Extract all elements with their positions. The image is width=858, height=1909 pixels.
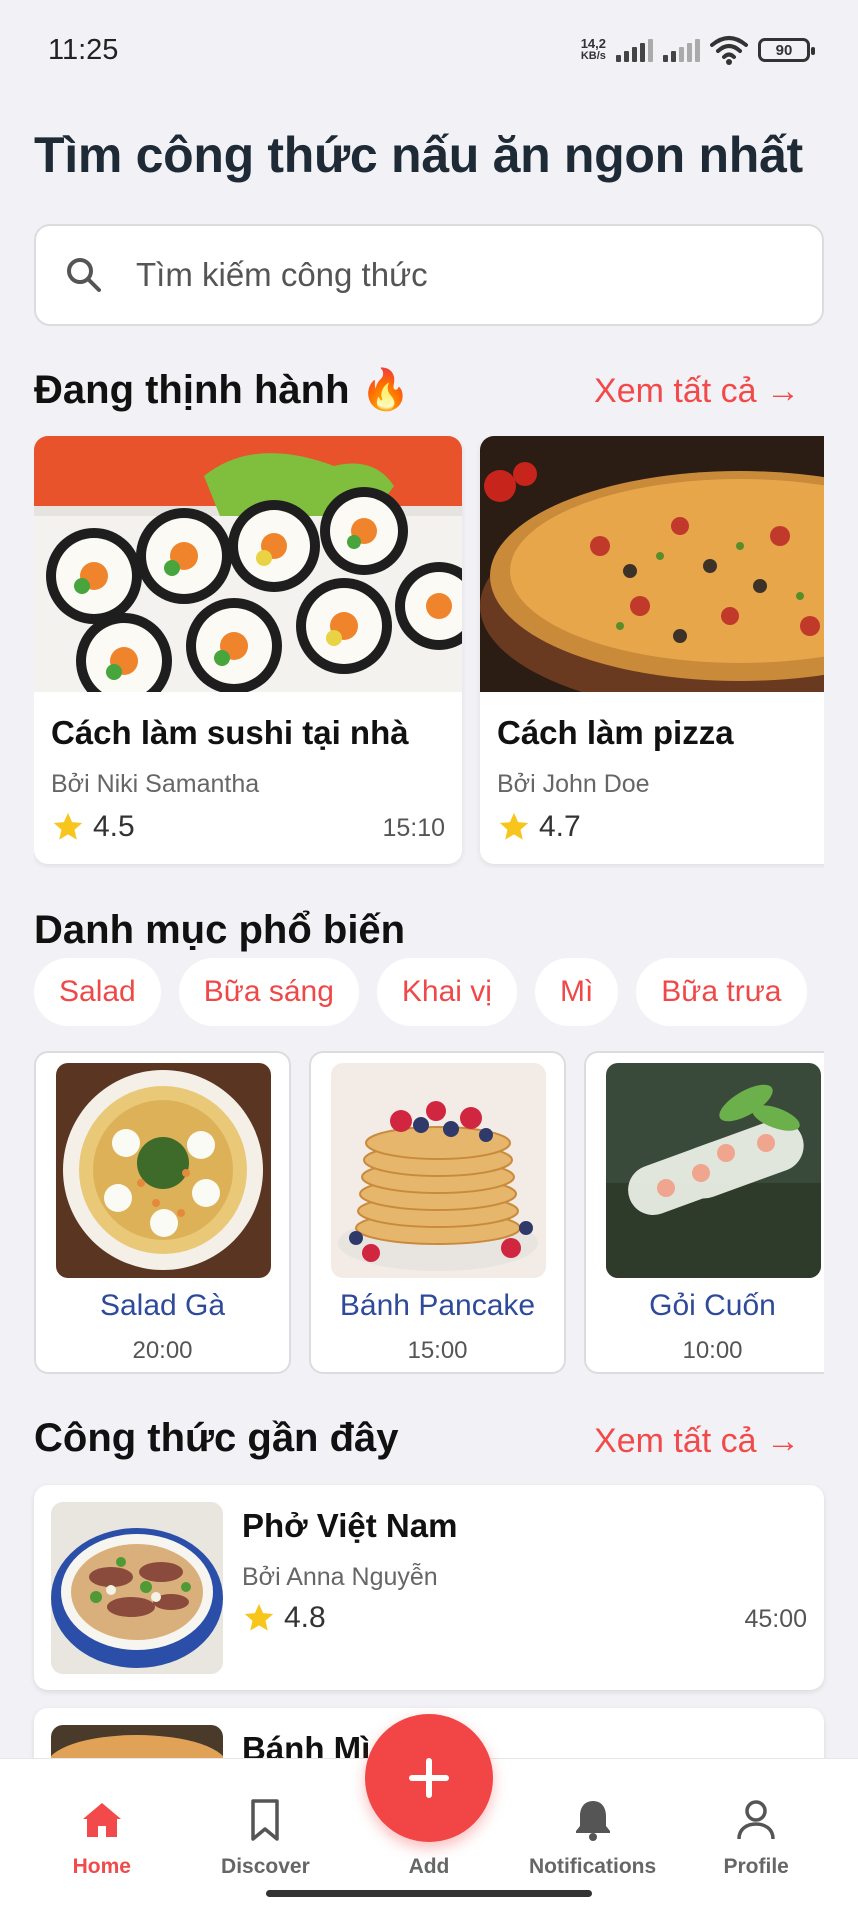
status-time: 11:25 (48, 33, 119, 66)
recent-recipe-card[interactable]: Phở Việt Nam Bởi Anna Nguyễn 4.8 45:00 (34, 1485, 824, 1690)
nav-label: Notifications (528, 1855, 657, 1878)
signal-strength-icon (616, 38, 653, 62)
trending-card-rating: 4.5 (51, 810, 135, 844)
trending-card-title: Cách làm pizza (497, 714, 734, 751)
network-speed-value: 14,2 (580, 36, 606, 51)
trending-section-title: Đang thịnh hành 🔥 (34, 366, 410, 413)
trending-card-time: 15:10 (382, 814, 445, 842)
home-icon (82, 1803, 121, 1837)
category-recipe-time: 20:00 (132, 1337, 193, 1364)
category-chip[interactable]: Mì (534, 958, 619, 1026)
category-recipe-card[interactable]: Bánh Pancake 15:00 (309, 1051, 566, 1374)
star-icon (244, 1603, 274, 1631)
nav-discover[interactable]: Discover (190, 1759, 340, 1909)
star-icon (499, 812, 529, 840)
nav-notifications[interactable]: Notifications (518, 1759, 668, 1909)
nav-home[interactable]: Home (27, 1759, 177, 1909)
trending-card-author: Bởi Niki Samantha (51, 770, 260, 798)
pho-image (51, 1502, 223, 1674)
sushi-image (34, 436, 462, 692)
search-bar[interactable] (34, 224, 824, 326)
bell-icon (575, 1801, 610, 1841)
category-chip[interactable]: Salad (34, 958, 161, 1026)
fire-icon: 🔥 (360, 368, 411, 412)
category-recipe-time: 10:00 (682, 1337, 743, 1364)
page-title: Tìm công thức nấu ăn ngon nhất (34, 127, 803, 183)
rating-value: 4.8 (284, 1601, 326, 1634)
status-indicators: 14,2 KB/s 90 (581, 35, 815, 65)
trending-list[interactable]: Cách làm sushi tại nhà Bởi Niki Samantha… (34, 436, 824, 868)
nav-profile[interactable]: Profile (681, 1759, 831, 1909)
status-bar: 11:25 14,2 KB/s 90 (0, 0, 858, 100)
trending-card-rating: 4.7 (497, 810, 581, 844)
home-indicator (266, 1890, 592, 1897)
trending-title: Đang thịnh hành (34, 368, 350, 412)
category-recipe-name: Salad Gà (99, 1289, 226, 1322)
recent-recipe-rating: 4.8 (242, 1601, 326, 1635)
chicken-salad-image (56, 1063, 271, 1278)
search-input[interactable] (136, 256, 776, 294)
trending-card-author: Bởi John Doe (497, 770, 650, 798)
rating-value: 4.5 (93, 810, 135, 843)
category-recipe-time: 15:00 (407, 1337, 468, 1364)
trending-see-all-link[interactable]: Xem tất cả → (594, 372, 800, 411)
star-icon (53, 812, 83, 840)
recent-recipe-author: Bởi Anna Nguyễn (242, 1563, 438, 1591)
category-recipes-list[interactable]: Salad Gà 20:00 Bánh Pancake 15:00 Gỏi Cu… (34, 1051, 824, 1376)
pancake-image (331, 1063, 546, 1278)
network-speed: 14,2 KB/s (581, 37, 606, 63)
spring-rolls-image (606, 1063, 821, 1278)
nav-label: Home (72, 1855, 131, 1878)
recent-see-all-link[interactable]: Xem tất cả → (594, 1422, 800, 1461)
category-chip[interactable]: Khai vị (376, 958, 517, 1026)
signal-strength-icon-2 (663, 38, 700, 62)
category-recipe-name: Bánh Pancake (339, 1289, 536, 1322)
trending-card[interactable]: Cách làm pizza Bởi John Doe 4.7 (480, 436, 824, 864)
nav-label: Profile (723, 1855, 789, 1878)
search-icon (67, 258, 101, 292)
nav-label: Discover (221, 1855, 310, 1878)
recent-recipe-time: 45:00 (744, 1605, 807, 1633)
category-recipe-card[interactable]: Gỏi Cuốn 10:00 (584, 1051, 824, 1374)
recent-section-title: Công thức gần đây (34, 1416, 399, 1460)
trending-card[interactable]: Cách làm sushi tại nhà Bởi Niki Samantha… (34, 436, 462, 864)
bookmark-icon (251, 1799, 280, 1841)
category-recipe-name: Gỏi Cuốn (649, 1289, 776, 1322)
category-chip[interactable]: Bữa trưa (636, 958, 807, 1026)
network-speed-unit: KB/s (580, 50, 606, 62)
nav-label: Add (408, 1855, 450, 1878)
categories-section-title: Danh mục phổ biến (34, 908, 406, 952)
category-chips: Salad Bữa sáng Khai vị Mì Bữa trưa (34, 958, 834, 1026)
wifi-icon (710, 36, 748, 65)
battery-icon: 90 (758, 38, 815, 62)
rating-value: 4.7 (539, 810, 581, 843)
recent-recipe-title: Phở Việt Nam (242, 1507, 458, 1544)
user-icon (737, 1800, 775, 1840)
trending-card-title: Cách làm sushi tại nhà (51, 714, 409, 751)
add-recipe-button[interactable] (365, 1714, 493, 1842)
plus-icon (409, 1758, 449, 1798)
pizza-image (480, 436, 824, 692)
category-chip[interactable]: Bữa sáng (178, 958, 359, 1026)
category-recipe-card[interactable]: Salad Gà 20:00 (34, 1051, 291, 1374)
